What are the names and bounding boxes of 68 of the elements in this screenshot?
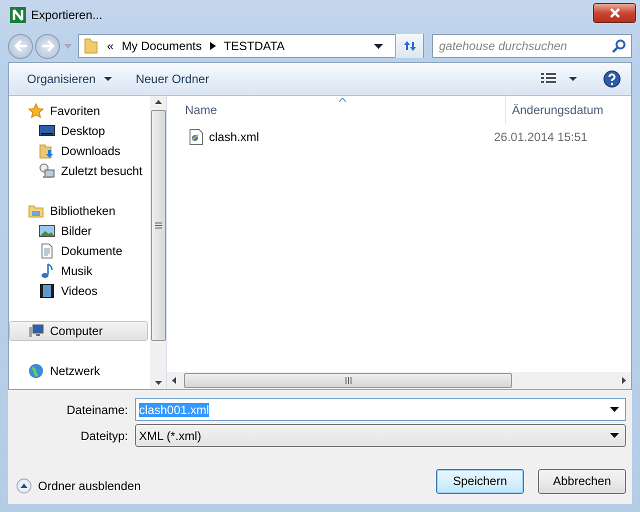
refresh-button[interactable] xyxy=(395,34,423,58)
forward-arrow-icon xyxy=(40,40,54,52)
path-segment[interactable]: My Documents xyxy=(122,39,202,53)
forward-button[interactable] xyxy=(35,34,60,58)
horizontal-scrollbar[interactable] xyxy=(167,372,631,389)
path-segment[interactable]: TESTDATA xyxy=(224,39,285,53)
sidebar-item[interactable]: Musik xyxy=(9,261,148,281)
film-icon xyxy=(39,283,55,299)
column-header[interactable]: Änderungsdatum xyxy=(505,96,604,124)
sidebar-item[interactable]: Zuletzt besucht xyxy=(9,161,148,181)
sidebar-item[interactable]: Downloads xyxy=(9,141,148,161)
caret-icon xyxy=(610,433,619,438)
scroll-left-icon[interactable] xyxy=(172,377,176,384)
back-button[interactable] xyxy=(8,34,33,58)
file-name[interactable]: clash.xml xyxy=(209,130,260,144)
folder-icon xyxy=(28,203,44,219)
view-list-icon[interactable] xyxy=(541,73,557,85)
column-header[interactable]: Name xyxy=(167,96,505,124)
dialog-button[interactable]: Speichern xyxy=(436,468,524,494)
file-icon xyxy=(189,129,203,145)
close-icon xyxy=(608,8,620,18)
caret-icon[interactable] xyxy=(610,407,619,412)
filetype-dropdown[interactable]: XML (*.xml) xyxy=(135,424,626,447)
scroll-down-icon[interactable] xyxy=(154,381,162,385)
sidebar-item[interactable]: Dokumente xyxy=(9,241,148,261)
caret-icon[interactable] xyxy=(569,77,577,81)
help-icon[interactable] xyxy=(603,70,621,88)
field-label: Dateiname: xyxy=(66,402,129,416)
dialog-button[interactable]: Abbrechen xyxy=(538,468,626,494)
address-bar[interactable]: « My Documents TESTDATA xyxy=(78,34,424,58)
chevron-icon[interactable] xyxy=(210,42,216,50)
field-label: Dateityp: xyxy=(80,428,129,442)
toolbar-button[interactable]: Organisieren xyxy=(17,68,122,90)
overflow-chevron[interactable]: « xyxy=(107,39,114,53)
grip-icon xyxy=(344,377,352,384)
refresh-arrows-icon xyxy=(402,39,418,53)
monitor-icon xyxy=(39,123,55,139)
folder-icon xyxy=(83,38,99,54)
recent-icon xyxy=(39,163,55,179)
sidebar-item[interactable]: Netzwerk xyxy=(9,361,148,381)
search-icon[interactable] xyxy=(612,39,626,53)
toolbar-button[interactable]: Neuer Ordner xyxy=(126,68,220,90)
sidebar-item[interactable]: Bilder xyxy=(9,221,148,241)
scroll-right-icon[interactable] xyxy=(622,377,626,384)
date-cell-text: 26.01.2014 15:51 xyxy=(493,130,588,144)
hide-folders-button[interactable]: Ordner ausblenden xyxy=(8,478,141,494)
collapse-icon xyxy=(16,478,32,494)
document-icon xyxy=(39,243,55,259)
back-arrow-icon xyxy=(14,40,28,52)
search-field[interactable]: gatehouse durchsuchen xyxy=(432,34,632,58)
sidebar-item[interactable]: Desktop xyxy=(9,121,148,141)
scroll-up-icon[interactable] xyxy=(154,100,162,104)
picture-icon xyxy=(39,223,55,239)
music-note-icon xyxy=(39,263,55,279)
sidebar-item[interactable]: Computer xyxy=(9,321,148,341)
sidebar-item[interactable]: Videos xyxy=(9,281,148,301)
sidebar-item[interactable]: Bibliotheken xyxy=(9,201,148,221)
app-logo-icon xyxy=(10,7,26,23)
window-title: Exportieren... xyxy=(31,8,104,22)
computer-icon xyxy=(28,323,44,339)
close-button[interactable] xyxy=(593,3,636,23)
grip-icon xyxy=(154,222,162,229)
folder-download-icon xyxy=(39,143,55,159)
globe-icon xyxy=(28,363,44,379)
sidebar-item[interactable]: Favoriten xyxy=(9,101,148,121)
caret-icon[interactable] xyxy=(374,44,383,48)
vertical-scrollbar[interactable] xyxy=(150,96,166,389)
star-icon xyxy=(28,103,44,119)
